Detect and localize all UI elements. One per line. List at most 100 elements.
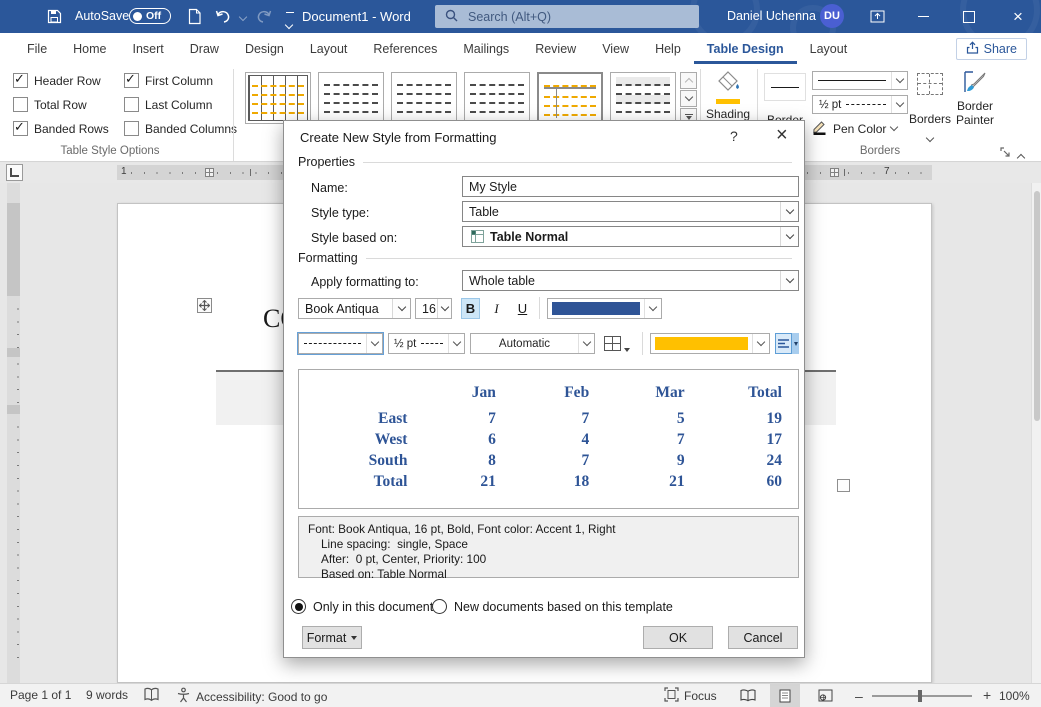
borders-apply-button[interactable] — [600, 333, 624, 354]
line-weight-combo[interactable]: ½ pt — [812, 95, 908, 114]
table-resize-handle[interactable] — [837, 479, 850, 492]
tab-table-layout[interactable]: Layout — [797, 33, 861, 64]
page-indicator[interactable]: Page 1 of 1 — [10, 688, 71, 702]
print-layout-button[interactable] — [770, 684, 800, 707]
alignment-button[interactable] — [775, 333, 792, 354]
borders-button[interactable]: Borders — [908, 70, 952, 144]
autosave-toggle[interactable]: Off — [129, 8, 171, 24]
table-style-thumbnail-4[interactable] — [464, 72, 530, 124]
alignment-dropdown-icon[interactable] — [792, 333, 799, 354]
style-based-on-dropdown[interactable]: Table Normal — [462, 226, 799, 247]
ruler-table-column-marker[interactable] — [830, 168, 839, 177]
gallery-scroll-down-icon[interactable] — [680, 90, 697, 107]
table-style-thumbnail-6[interactable] — [610, 72, 676, 124]
save-icon[interactable] — [46, 8, 63, 28]
zoom-slider[interactable] — [872, 695, 972, 697]
apply-formatting-dropdown[interactable]: Whole table — [462, 270, 799, 291]
border-line-style-dropdown[interactable] — [298, 333, 383, 354]
dialog-close-icon[interactable]: × — [776, 124, 788, 147]
accessibility-status[interactable]: Accessibility: Good to go — [176, 687, 327, 706]
border-color-dropdown[interactable]: Automatic — [470, 333, 595, 354]
line-style-combo[interactable] — [812, 71, 908, 90]
avatar[interactable]: DU — [820, 4, 844, 28]
word-count[interactable]: 9 words — [86, 688, 128, 702]
vertical-scrollbar[interactable] — [1031, 183, 1041, 683]
dialog-help-icon[interactable]: ? — [730, 128, 738, 144]
checkbox-banded-rows[interactable] — [13, 121, 28, 136]
checkbox-first-column[interactable] — [124, 73, 139, 88]
tab-table-design[interactable]: Table Design — [694, 33, 797, 64]
gallery-scroll-up-icon[interactable] — [680, 72, 697, 89]
borders-apply-grid-icon — [604, 336, 621, 351]
tab-help[interactable]: Help — [642, 33, 694, 64]
border-styles-button[interactable]: Border — [764, 73, 806, 127]
read-mode-button[interactable] — [733, 684, 763, 707]
tab-draw[interactable]: Draw — [177, 33, 232, 64]
table-move-handle[interactable] — [197, 298, 212, 313]
borders-dialog-launcher-icon[interactable] — [1000, 146, 1011, 161]
new-document-icon[interactable] — [187, 8, 202, 28]
checkbox-header-row[interactable] — [13, 73, 28, 88]
share-button[interactable]: Share — [956, 38, 1027, 60]
bold-button[interactable]: B — [461, 298, 480, 319]
tab-review[interactable]: Review — [522, 33, 589, 64]
tab-design[interactable]: Design — [232, 33, 297, 64]
tab-view[interactable]: View — [589, 33, 642, 64]
font-color-dropdown[interactable] — [547, 298, 662, 319]
radio-label: Only in this document — [313, 600, 433, 614]
format-button[interactable]: Format — [302, 626, 362, 649]
table-style-thumbnail-3[interactable] — [391, 72, 457, 124]
undo-icon[interactable] — [215, 9, 232, 27]
zoom-slider-thumb[interactable] — [918, 690, 922, 702]
font-size-dropdown[interactable]: 16 — [415, 298, 452, 319]
table-style-thumbnail-2[interactable] — [318, 72, 384, 124]
zoom-out-icon[interactable]: – — [855, 688, 863, 704]
proofing-icon[interactable] — [143, 687, 160, 706]
collapse-ribbon-icon[interactable] — [1018, 149, 1024, 164]
font-name-dropdown[interactable]: Book Antiqua — [298, 298, 411, 319]
undo-dropdown-icon[interactable] — [240, 8, 246, 23]
ruler-table-column-marker[interactable] — [205, 168, 214, 177]
underline-button[interactable]: U — [513, 298, 532, 319]
pen-color-button[interactable]: Pen Color — [812, 119, 897, 138]
tab-references[interactable]: References — [360, 33, 450, 64]
radio-only-in-document[interactable]: Only in this document — [291, 599, 433, 614]
tab-layout[interactable]: Layout — [297, 33, 361, 64]
fill-color-dropdown[interactable] — [650, 333, 770, 354]
table-style-thumbnail-1[interactable] — [245, 72, 311, 124]
checkbox-total-row[interactable] — [13, 97, 28, 112]
web-layout-button[interactable] — [810, 684, 840, 707]
search-input[interactable] — [466, 9, 670, 25]
tab-insert[interactable]: Insert — [120, 33, 177, 64]
tab-stop-selector[interactable] — [6, 164, 23, 181]
style-name-input[interactable]: My Style — [462, 176, 799, 197]
style-type-dropdown[interactable]: Table — [462, 201, 799, 222]
zoom-level[interactable]: 100% — [999, 689, 1030, 703]
maximize-button[interactable] — [954, 0, 984, 33]
ribbon-display-options-icon[interactable] — [862, 0, 892, 33]
radio-new-documents[interactable]: New documents based on this template — [432, 599, 673, 614]
italic-button[interactable]: I — [487, 298, 506, 319]
search-box[interactable] — [435, 5, 699, 28]
checkbox-last-column[interactable] — [124, 97, 139, 112]
border-weight-dropdown[interactable]: ½ pt — [388, 333, 465, 354]
word-window: AutoSave Off Document1 - Word Daniel Uch… — [0, 0, 1041, 707]
minimize-button[interactable] — [908, 0, 938, 33]
tab-home[interactable]: Home — [60, 33, 119, 64]
table-style-thumbnail-5-selected[interactable] — [537, 72, 603, 124]
border-painter-button[interactable]: Border Painter — [952, 70, 998, 127]
ok-button[interactable]: OK — [643, 626, 713, 649]
scrollbar-thumb[interactable] — [1034, 191, 1040, 421]
vertical-ruler[interactable] — [7, 183, 20, 683]
cancel-button[interactable]: Cancel — [728, 626, 798, 649]
tab-file[interactable]: File — [14, 33, 60, 64]
tab-mailings[interactable]: Mailings — [450, 33, 522, 64]
focus-button[interactable]: Focus — [664, 687, 717, 705]
customize-quick-access-icon[interactable] — [286, 12, 294, 31]
account-name[interactable]: Daniel Uchenna — [727, 9, 816, 23]
checkbox-banded-columns[interactable] — [124, 121, 139, 136]
zoom-in-icon[interactable]: + — [983, 687, 991, 703]
close-button[interactable]: × — [1003, 0, 1033, 33]
shading-button[interactable]: Shading — [706, 70, 750, 121]
borders-apply-dropdown-icon[interactable] — [624, 341, 630, 355]
